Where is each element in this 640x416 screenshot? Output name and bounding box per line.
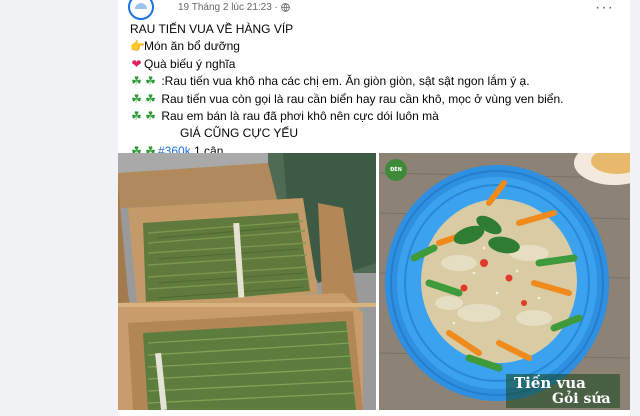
four-leaf-clover-icon: ☘ (145, 109, 156, 124)
page-avatar[interactable] (128, 0, 154, 20)
photo-caption: Tiến vua Gỏi sứa (506, 374, 620, 408)
post-timestamp[interactable]: 19 Tháng 2 lúc 21:23 · (178, 2, 278, 13)
four-leaf-clover-icon: ☘ (145, 91, 156, 106)
globe-icon (281, 2, 290, 12)
post-line-3: ☘ ☘ :Rau tiến vua khô nha các chị em. Ăn … (130, 73, 620, 90)
post-text: RAU TIẾN VUA VỀ HÀNG VÍP 👉Món ăn bổ dưỡn… (130, 21, 620, 160)
photo-jellyfish-salad[interactable]: ĐÈN Tiến vua Gỏi sứa (379, 153, 630, 410)
right-edge-gutter (630, 153, 640, 410)
photo-dried-vegetables[interactable] (118, 153, 376, 410)
post-line-4: ☘ ☘ Rau tiến vua còn gọi là rau cần biển … (130, 91, 620, 108)
more-options-icon[interactable]: ··· (595, 0, 614, 17)
four-leaf-clover-icon: ☘ (131, 74, 142, 89)
post-title: RAU TIẾN VUA VỀ HÀNG VÍP (130, 22, 294, 36)
post-line-1: 👉Món ăn bổ dưỡng (130, 38, 620, 55)
caption-line-1: Tiến vua (514, 374, 586, 392)
post-line-5: ☘ ☘ Rau em bán là rau đã phơi khô nên cực… (130, 108, 620, 125)
heart-icon: ❤ (131, 56, 142, 71)
post-line-6: GIÁ CŨNG CỰC YẾU (180, 126, 299, 141)
post-meta: 19 Tháng 2 lúc 21:23 · (178, 1, 290, 13)
pointing-hand-icon: 👉 (130, 39, 145, 54)
feed-left-gutter (0, 0, 118, 416)
four-leaf-clover-icon: ☘ (145, 74, 156, 89)
caption-line-2: Gỏi sứa (552, 391, 611, 407)
dried-vegetables-image (118, 153, 376, 410)
brand-badge: ĐÈN (385, 159, 407, 181)
post-line-2: ❤ Quà biếu ý nghĩa (130, 56, 620, 73)
four-leaf-clover-icon: ☘ (131, 109, 142, 124)
jellyfish-salad-image (379, 153, 630, 410)
four-leaf-clover-icon: ☘ (131, 91, 142, 106)
